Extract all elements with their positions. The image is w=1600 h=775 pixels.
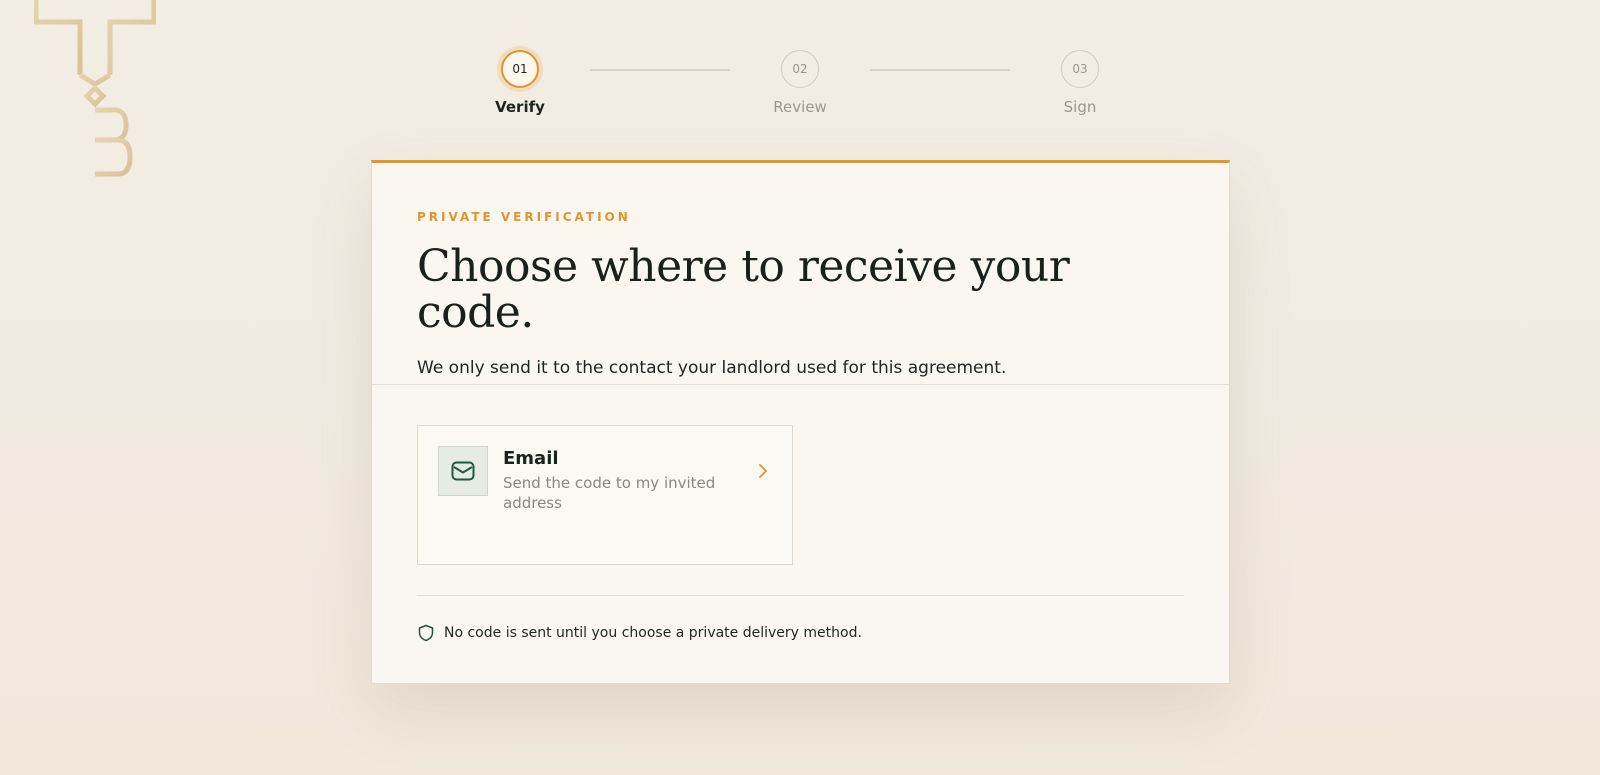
- step-label: Sign: [1063, 98, 1097, 116]
- option-title: Email: [503, 448, 559, 469]
- envelope-icon: [438, 446, 488, 496]
- step-connector: [870, 69, 1010, 71]
- privacy-note: No code is sent until you choose a priva…: [417, 624, 1184, 642]
- step-number: 02: [781, 50, 819, 88]
- eyebrow-label: PRIVATE VERIFICATION: [417, 210, 631, 224]
- divider: [417, 595, 1184, 596]
- chevron-right-icon: [759, 464, 767, 478]
- step-verify: 01 Verify: [450, 50, 590, 116]
- step-label: Verify: [495, 98, 545, 116]
- step-label: Review: [773, 98, 827, 116]
- page-subtitle: We only send it to the contact your land…: [417, 358, 1007, 379]
- step-number: 01: [501, 50, 539, 88]
- option-description: Send the code to my invited address: [503, 474, 716, 512]
- email-option-button[interactable]: Email Send the code to my invited addres…: [417, 425, 793, 565]
- card-header: PRIVATE VERIFICATION Choose where to rec…: [372, 163, 1229, 385]
- step-sign: 03 Sign: [1010, 50, 1150, 116]
- step-number: 03: [1061, 50, 1099, 88]
- verification-card: PRIVATE VERIFICATION Choose where to rec…: [371, 160, 1230, 684]
- page-title: Choose where to receive your code.: [417, 241, 1070, 339]
- step-review: 02 Review: [730, 50, 870, 116]
- shield-icon: [418, 624, 434, 642]
- card-body: Email Send the code to my invited addres…: [372, 385, 1229, 642]
- privacy-note-text: No code is sent until you choose a priva…: [444, 625, 862, 641]
- progress-stepper: 01 Verify 02 Review 03 Sign: [0, 0, 1600, 130]
- step-connector: [590, 69, 730, 71]
